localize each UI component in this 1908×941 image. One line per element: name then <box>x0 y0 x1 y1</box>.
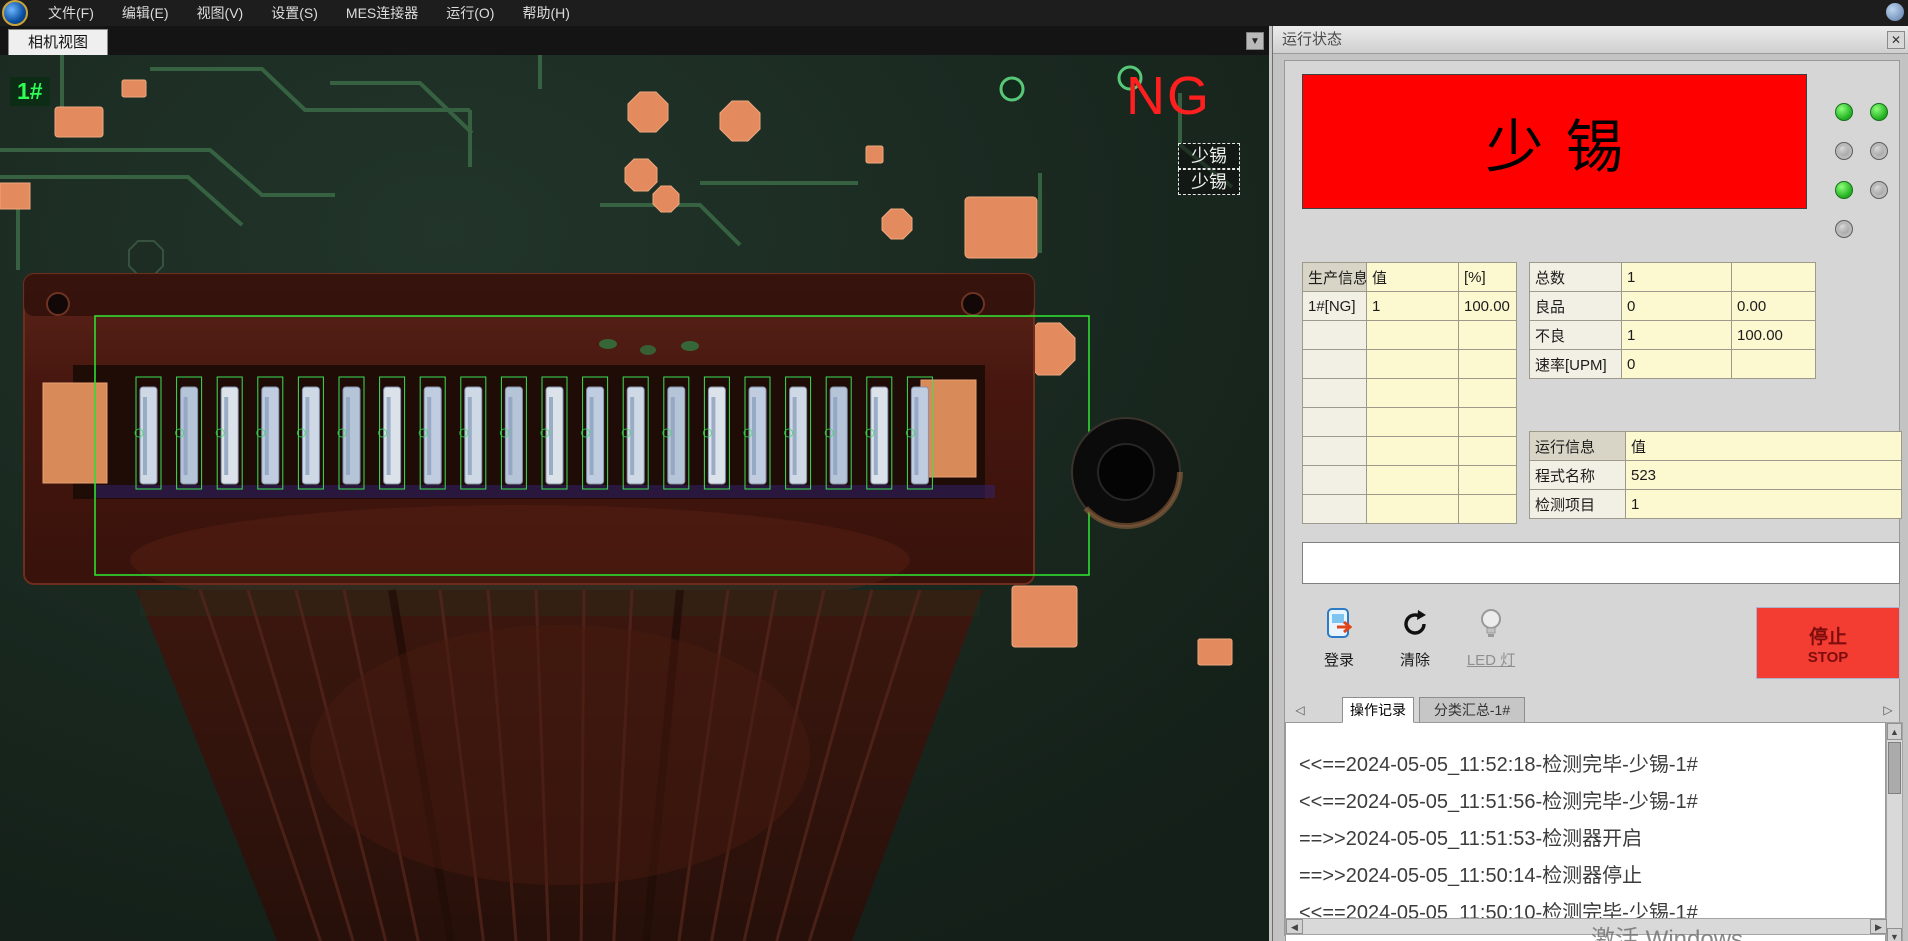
led-button[interactable]: LED 灯 <box>1459 607 1523 670</box>
run-header: 值 <box>1626 432 1902 461</box>
camera-view: 1# NG 少锡 少锡 <box>0 55 1269 941</box>
clear-button[interactable]: 清除 <box>1383 607 1447 670</box>
log-vscrollbar[interactable]: ▲ ▼ <box>1886 722 1903 941</box>
prod-header: [%] <box>1459 263 1517 292</box>
defect-banner: 少锡 <box>1302 74 1807 209</box>
run-info-table: 运行信息 值 程式名称 523 检测项目 1 <box>1529 431 1902 519</box>
prod-cell: 1#[NG] <box>1303 292 1367 321</box>
scroll-up-icon[interactable]: ▲ <box>1887 723 1902 740</box>
menu-edit[interactable]: 编辑(E) <box>108 0 183 26</box>
lamp-gray-icon <box>1835 220 1853 238</box>
sum-cell <box>1732 263 1816 292</box>
sum-cell: 0 <box>1622 292 1732 321</box>
tab-list-dropdown-icon[interactable]: ▼ <box>1246 32 1264 50</box>
sum-cell: 1 <box>1622 321 1732 350</box>
log-entry: ==>>2024-05-05_11:51:53-检测器开启 <box>1286 821 1885 858</box>
prod-cell: 100.00 <box>1459 292 1517 321</box>
tab-operation-log[interactable]: 操作记录 <box>1342 697 1414 723</box>
stop-button[interactable]: 停止 STOP <box>1756 607 1900 679</box>
summary-table: 总数 1 良品 0 0.00 不良 1 100.00 速率[UPM] 0 <box>1529 262 1816 379</box>
tab-camera-view[interactable]: 相机视图 <box>8 29 108 55</box>
dark-pad <box>129 241 163 275</box>
run-cell: 检测项目 <box>1530 490 1626 519</box>
sum-cell: 总数 <box>1530 263 1622 292</box>
clear-label: 清除 <box>1383 649 1447 670</box>
pcb-image <box>0 55 1269 941</box>
run-cell: 程式名称 <box>1530 461 1626 490</box>
defect-tag: 少锡 <box>1178 169 1240 195</box>
scroll-thumb[interactable] <box>1888 742 1901 794</box>
menu-help[interactable]: 帮助(H) <box>508 0 583 26</box>
scroll-right-icon[interactable]: ▶ <box>1870 919 1887 934</box>
refresh-icon <box>1399 607 1431 641</box>
menu-settings[interactable]: 设置(S) <box>257 0 332 26</box>
tab-scroll-right-icon[interactable]: ▷ <box>1881 701 1895 719</box>
close-icon[interactable]: ✕ <box>1887 31 1905 49</box>
flex-cable <box>136 590 983 941</box>
sum-cell: 1 <box>1622 263 1732 292</box>
scroll-left-icon[interactable]: ◀ <box>1286 919 1303 934</box>
operation-log-list: <<==2024-05-05_11:52:18-检测完毕-少锡-1# <<==2… <box>1285 722 1886 941</box>
stop-label-cn: 停止 <box>1757 622 1899 649</box>
tab-scroll-left-icon[interactable]: ◁ <box>1293 701 1307 719</box>
sum-cell: 良品 <box>1530 292 1622 321</box>
system-tray-icon <box>1886 3 1904 21</box>
camera-tab-strip: 相机视图 ▼ <box>0 26 1269 55</box>
led-label: LED 灯 <box>1459 649 1523 670</box>
windows-watermark: 激活 Windows 转到“设置”以激活 Windows <box>1591 919 1747 941</box>
mounting-hole <box>1072 418 1180 526</box>
station-label: 1# <box>10 77 50 106</box>
run-status-panel: 运行状态 ✕ 少锡 生产信息 值 [%] <box>1272 26 1908 941</box>
lamp-gray-icon <box>1870 142 1888 160</box>
tab-class-summary[interactable]: 分类汇总-1# <box>1419 697 1525 723</box>
log-entry: ==>>2024-05-05_11:50:14-检测器停止 <box>1286 858 1885 895</box>
app-window: 文件(F) 编辑(E) 视图(V) 设置(S) MES连接器 运行(O) 帮助(… <box>0 0 1908 941</box>
sum-cell: 0 <box>1622 350 1732 379</box>
menu-view[interactable]: 视图(V) <box>183 0 258 26</box>
menu-bar: 文件(F) 编辑(E) 视图(V) 设置(S) MES连接器 运行(O) 帮助(… <box>0 0 1908 26</box>
status-lamps <box>1835 103 1886 238</box>
bulb-icon <box>1475 607 1507 641</box>
login-button[interactable]: 登录 <box>1307 607 1371 670</box>
prod-header: 值 <box>1367 263 1459 292</box>
log-entry: <<==2024-05-05_11:52:18-检测完毕-少锡-1# <box>1286 747 1885 784</box>
menu-run[interactable]: 运行(O) <box>432 0 508 26</box>
prod-header: 生产信息 <box>1303 263 1367 292</box>
result-ng-label: NG <box>1126 65 1211 127</box>
sum-cell: 不良 <box>1530 321 1622 350</box>
login-icon <box>1323 607 1355 641</box>
login-label: 登录 <box>1307 649 1371 670</box>
sum-cell: 0.00 <box>1732 292 1816 321</box>
lamp-green-icon <box>1870 103 1888 121</box>
menu-file[interactable]: 文件(F) <box>34 0 108 26</box>
run-header: 运行信息 <box>1530 432 1626 461</box>
app-logo-icon <box>2 0 28 26</box>
lamp-green-icon <box>1835 103 1853 121</box>
watermark-line1: 激活 Windows <box>1591 919 1747 941</box>
production-table: 生产信息 值 [%] 1#[NG] 1 100.00 <box>1302 262 1517 524</box>
sum-cell: 100.00 <box>1732 321 1816 350</box>
menu-mes[interactable]: MES连接器 <box>332 0 432 26</box>
lamp-gray-icon <box>1835 142 1853 160</box>
panel-title: 运行状态 <box>1273 26 1908 54</box>
scroll-down-icon[interactable]: ▼ <box>1887 928 1902 941</box>
log-entry: <<==2024-05-05_11:51:56-检测完毕-少锡-1# <box>1286 784 1885 821</box>
sum-cell: 速率[UPM] <box>1530 350 1622 379</box>
defect-tag: 少锡 <box>1178 143 1240 169</box>
lamp-gray-icon <box>1870 181 1888 199</box>
run-cell: 1 <box>1626 490 1902 519</box>
stop-label-en: STOP <box>1757 649 1899 666</box>
log-hscrollbar[interactable]: ◀ ▶ <box>1285 918 1886 935</box>
prod-cell: 1 <box>1367 292 1459 321</box>
lamp-green-icon <box>1835 181 1853 199</box>
panel-body: 少锡 生产信息 值 [%] 1#[NG] <box>1284 60 1900 936</box>
message-box[interactable] <box>1302 542 1900 584</box>
run-cell: 523 <box>1626 461 1902 490</box>
sum-cell <box>1732 350 1816 379</box>
